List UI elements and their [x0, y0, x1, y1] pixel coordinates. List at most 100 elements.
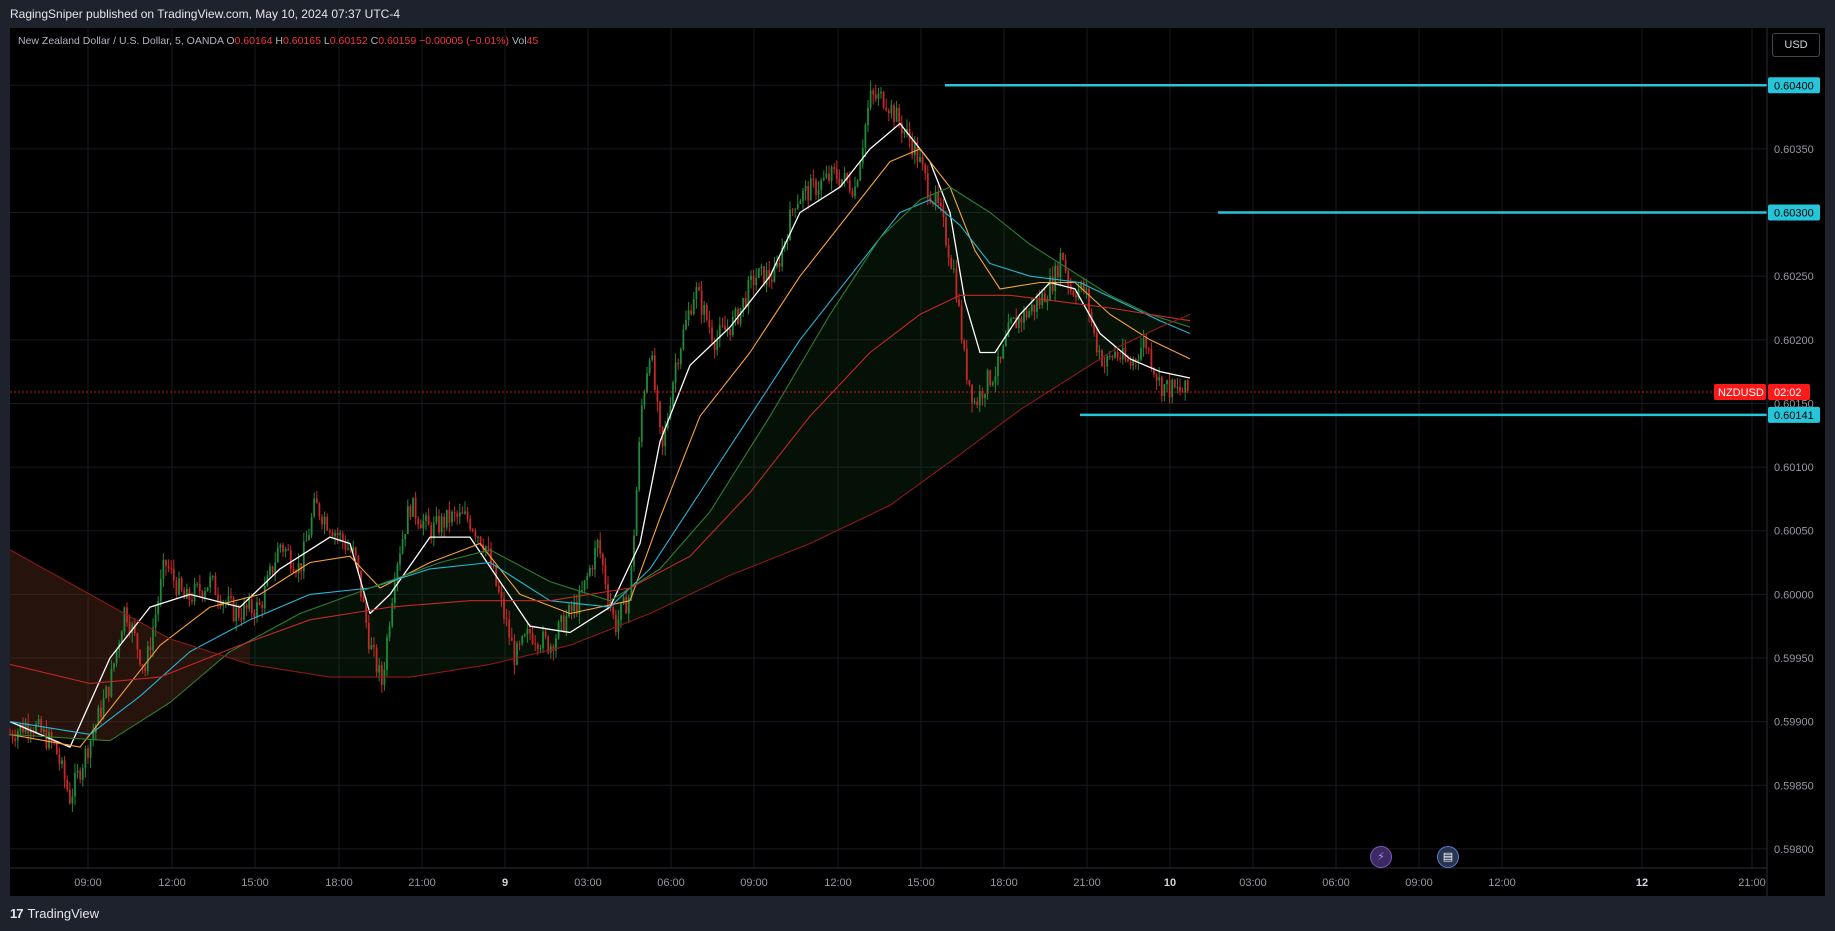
price-tick-label: 0.59900 [1774, 717, 1814, 729]
candle-body [1030, 304, 1033, 312]
candle-body [705, 304, 708, 320]
moving-averages [9, 122, 1191, 748]
candle-body [1023, 310, 1025, 323]
candle-body [1147, 348, 1150, 350]
candle-body [453, 512, 456, 514]
legend-vol-value: 45 [526, 35, 539, 47]
candle-body [326, 516, 329, 531]
candle-body [976, 401, 979, 406]
candle-body [29, 731, 32, 734]
candle-body [711, 327, 713, 341]
candle-body [81, 767, 84, 780]
candle-body [1002, 345, 1005, 359]
candle-body [48, 732, 50, 748]
candle-body [812, 178, 815, 180]
candle-body [1085, 288, 1088, 291]
candle-body [42, 729, 45, 732]
candle-body [856, 180, 859, 187]
price-chart[interactable]: 0.60400 0.60350 0.60300 0.60250 0.60200 0.601… [0, 0, 1835, 931]
candle-body [690, 310, 693, 315]
candle-body [248, 599, 251, 609]
candle-body [422, 520, 425, 529]
brand-name: TradingView [27, 906, 100, 921]
candle-body [830, 167, 833, 181]
candle-body [204, 591, 206, 597]
candle-body [562, 615, 565, 632]
candle-body [1075, 295, 1077, 298]
candle-body [926, 173, 929, 198]
candle-body [1088, 288, 1090, 313]
legend-close-value: 0.60159 [378, 35, 417, 47]
candle-body [919, 157, 921, 162]
candle-body [84, 748, 87, 768]
candle-body [604, 565, 607, 585]
candle-body [1119, 357, 1122, 360]
brand[interactable]: 17 TradingView [10, 906, 99, 921]
candle-body [45, 729, 48, 748]
candle-body [859, 163, 862, 181]
candle-body [633, 535, 635, 567]
candle-body [1129, 361, 1132, 366]
candle-body [243, 604, 245, 620]
candle-body [193, 584, 196, 602]
candle-body [492, 565, 495, 567]
candle-body [354, 547, 357, 556]
candle-body [1062, 252, 1064, 260]
candle-body [362, 596, 365, 603]
candle-body [412, 497, 414, 517]
candle-body [401, 539, 404, 554]
candle-body [279, 544, 282, 548]
candle-body [79, 770, 82, 780]
candle-body [341, 533, 344, 542]
level-price-label: 0.60141 [1774, 410, 1814, 422]
candle-body [284, 548, 287, 552]
candle-body [991, 382, 994, 385]
candle-body [630, 566, 633, 598]
time-tick-label: 03:00 [574, 877, 602, 889]
candle-body [386, 637, 388, 670]
candle-body [136, 633, 139, 650]
candle-body [869, 90, 872, 108]
candle-body [607, 584, 609, 602]
candle-body [474, 531, 477, 537]
candle-body [674, 362, 677, 383]
candle-body [534, 643, 537, 645]
tradingview-logo-icon: 17 [10, 906, 24, 921]
candle-body [61, 760, 63, 765]
candle-body [323, 516, 326, 525]
candle-body [297, 563, 300, 574]
lightning-icon[interactable]: ⚡ [1370, 846, 1392, 868]
candle-body [536, 644, 539, 649]
legend-low-value: 0.60152 [329, 35, 368, 47]
candle-body [250, 599, 253, 613]
legend-open-value: 0.60164 [234, 35, 273, 47]
candle-body [451, 512, 453, 523]
candle-body [542, 631, 544, 648]
candle-body [614, 614, 617, 632]
candle-body [1012, 317, 1015, 319]
candle-body [261, 604, 264, 609]
candle-body [357, 555, 360, 571]
ma-ribbon-fill-red [10, 549, 250, 741]
candle-body [310, 516, 313, 536]
candle-body [1140, 347, 1142, 360]
candle-body [505, 618, 508, 620]
us-flag-icon[interactable]: ▤ [1437, 846, 1459, 868]
candle-body [217, 594, 219, 601]
candle-body [599, 540, 602, 555]
level-price-label: 0.60300 [1774, 208, 1814, 220]
candle-body [791, 209, 794, 211]
currency-button[interactable]: USD [1772, 33, 1820, 57]
price-axis: 0.60400 0.60350 0.60300 0.60250 0.60200 0.601… [1774, 80, 1814, 856]
candle-body [469, 518, 472, 530]
candle-body [1025, 310, 1028, 318]
candle-body [139, 649, 141, 665]
price-tick-label: 0.60000 [1774, 589, 1814, 601]
candle-body [588, 567, 591, 576]
candle-body [804, 185, 807, 191]
candle-body [682, 329, 685, 349]
bottom-bar [0, 896, 1835, 931]
candle-body [471, 529, 474, 532]
candle-body [731, 316, 734, 336]
candle-body [209, 576, 212, 588]
